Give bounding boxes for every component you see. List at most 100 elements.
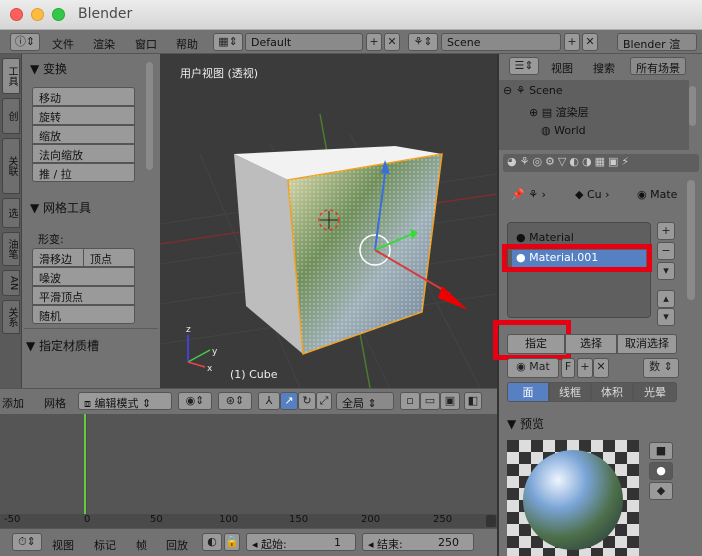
shrink-fatten-button[interactable]: 法向缩放: [32, 144, 135, 163]
add-scene-icon[interactable]: +: [564, 33, 580, 51]
new-material-icon[interactable]: +: [577, 358, 593, 378]
material-browse[interactable]: ◉ Mat: [507, 358, 559, 378]
pivot-point-icon[interactable]: ⊛⇕: [218, 392, 252, 410]
tab-tools[interactable]: 工具: [2, 58, 20, 94]
outliner-scrollbar[interactable]: [689, 86, 696, 126]
menu-mesh[interactable]: 网格: [44, 395, 66, 411]
remove-layout-icon[interactable]: ✕: [384, 33, 400, 51]
push-pull-button[interactable]: 推 / 拉: [32, 163, 135, 182]
menu-outliner-view[interactable]: 视图: [551, 60, 573, 76]
add-layout-icon[interactable]: +: [366, 33, 382, 51]
manipulator-toggle-icon[interactable]: ⅄: [258, 392, 280, 410]
start-frame-field[interactable]: ◂ 起始: 1: [246, 533, 356, 551]
preview-panel-header[interactable]: ▼ 预览: [507, 415, 544, 432]
transform-panel-header[interactable]: ▼ 变换: [30, 60, 67, 77]
slide-edge-button[interactable]: 滑移边: [32, 248, 84, 267]
mesh-tools-panel-header[interactable]: ▼ 网格工具: [30, 199, 91, 216]
preview-cube-icon[interactable]: ◆: [649, 482, 673, 500]
smooth-vertex-button[interactable]: 平滑顶点: [32, 286, 135, 305]
timeline-area[interactable]: [0, 414, 497, 514]
menu-window[interactable]: 窗口: [135, 36, 157, 52]
menu-render[interactable]: 渲染: [93, 36, 115, 52]
editor-type-info-icon[interactable]: ⓘ⇕: [10, 33, 40, 51]
scene-icon[interactable]: ⚘⇕: [408, 33, 438, 51]
lock-icon[interactable]: 🔒: [224, 533, 240, 551]
tab-halo[interactable]: 光晕: [633, 382, 677, 402]
translate-manipulator-icon[interactable]: ↗: [280, 392, 298, 410]
mode-select[interactable]: ⧈ 编辑模式 ⇕: [78, 392, 172, 410]
slide-vertex-button[interactable]: 顶点: [83, 248, 135, 267]
edge-select-icon[interactable]: ▭: [420, 392, 440, 410]
unlink-material-icon[interactable]: ✕: [593, 358, 609, 378]
outliner-item-renderlayer[interactable]: ⊕ ▤ 渲染层: [529, 104, 589, 120]
tab-wire[interactable]: 线框: [549, 382, 591, 402]
render-engine-select[interactable]: Blender 渲染: [617, 33, 697, 67]
face-select-icon[interactable]: ▣: [440, 392, 460, 410]
select-button[interactable]: 选择: [565, 334, 617, 354]
outliner-filter-select[interactable]: 所有场景: [630, 57, 686, 75]
tab-relationship[interactable]: 关系: [2, 300, 20, 334]
material-slot[interactable]: ● Material: [516, 231, 574, 244]
slot-menu-icon[interactable]: ▾: [657, 262, 675, 280]
active-object-label: (1) Cube: [230, 368, 278, 381]
menu-playback[interactable]: 回放: [166, 537, 188, 553]
tab-select[interactable]: 选: [2, 198, 20, 228]
assign-material-heading: 指定材质槽: [39, 339, 100, 353]
timeline-scroll-handle[interactable]: [486, 515, 496, 527]
preview-range-icon[interactable]: ◐: [202, 533, 222, 551]
shelf-scrollbar[interactable]: [146, 62, 153, 170]
noise-button[interactable]: 噪波: [32, 267, 135, 286]
add-slot-icon[interactable]: +: [657, 222, 675, 240]
tab-relations[interactable]: 关联: [2, 138, 20, 194]
remove-scene-icon[interactable]: ✕: [582, 33, 598, 51]
scene-field[interactable]: Scene: [441, 33, 561, 51]
menu-file[interactable]: 文件: [52, 36, 74, 52]
transform-orientation-select[interactable]: 全局 ⇕: [336, 392, 394, 410]
menu-help[interactable]: 帮助: [176, 36, 198, 52]
occlude-geometry-icon[interactable]: ◧: [464, 392, 482, 410]
deselect-button[interactable]: 取消选择: [617, 334, 677, 354]
close-window-button[interactable]: [10, 8, 23, 21]
vertex-select-icon[interactable]: ▫: [400, 392, 420, 410]
screen-layout-field[interactable]: Default: [245, 33, 363, 51]
screen-layout-icon[interactable]: ▦⇕: [213, 33, 243, 51]
maximize-window-button[interactable]: [52, 8, 65, 21]
move-slot-down-icon[interactable]: ▾: [657, 308, 675, 326]
preview-sphere-icon[interactable]: ●: [649, 462, 673, 480]
fake-user-button[interactable]: F: [561, 358, 575, 378]
menu-outliner-search[interactable]: 搜索: [593, 60, 615, 76]
minimize-window-button[interactable]: [31, 8, 44, 21]
scale-manipulator-icon[interactable]: ⤢: [316, 392, 332, 410]
pin-icon[interactable]: 📌 ⚘ ›: [511, 188, 546, 201]
tab-volume[interactable]: 体积: [591, 382, 633, 402]
editor-type-timeline-icon[interactable]: ⏱⇕: [12, 533, 42, 551]
viewport-shading-icon[interactable]: ◉⇕: [178, 392, 212, 410]
randomize-button[interactable]: 随机: [32, 305, 135, 324]
rotate-button[interactable]: 旋转: [32, 106, 135, 125]
outliner-item-world[interactable]: ◍ World: [541, 124, 586, 138]
tab-animation[interactable]: AN: [2, 270, 20, 296]
outliner-tree[interactable]: ⊖ ⚘ Scene ⊕ ▤ 渲染层 ◍ World: [499, 80, 689, 150]
tick-label: 0: [84, 514, 91, 525]
end-frame-field[interactable]: ◂ 结束: 250: [362, 533, 474, 551]
editor-type-outliner-icon[interactable]: ☰⇕: [509, 57, 539, 75]
outliner-item-scene[interactable]: ⊖ ⚘ Scene: [503, 84, 563, 97]
preview-flat-icon[interactable]: ■: [649, 442, 673, 460]
context-tabs[interactable]: ◕⚘◎⚙▽◐◑▦▣⚡: [503, 154, 699, 172]
assign-material-panel-header[interactable]: ▼ 指定材质槽: [26, 337, 99, 354]
menu-frame[interactable]: 帧: [136, 537, 147, 553]
remove-slot-icon[interactable]: −: [657, 242, 675, 260]
move-slot-up-icon[interactable]: ▴: [657, 290, 675, 308]
rotate-manipulator-icon[interactable]: ↻: [298, 392, 316, 410]
tab-grease-pencil[interactable]: 油笔: [2, 232, 20, 266]
properties-scrollbar[interactable]: [687, 180, 695, 300]
tab-create[interactable]: 创: [2, 98, 20, 134]
menu-marker[interactable]: 标记: [94, 537, 116, 553]
menu-view[interactable]: 视图: [52, 537, 74, 553]
translate-button[interactable]: 移动: [32, 87, 135, 106]
scale-button[interactable]: 缩放: [32, 125, 135, 144]
tab-surface[interactable]: 面: [507, 382, 549, 402]
link-data-select[interactable]: 数 ⇕: [643, 358, 679, 378]
3d-viewport[interactable]: y z x 用户视图 (透视) (1) Cube: [160, 54, 497, 388]
menu-add[interactable]: 添加: [2, 395, 24, 411]
